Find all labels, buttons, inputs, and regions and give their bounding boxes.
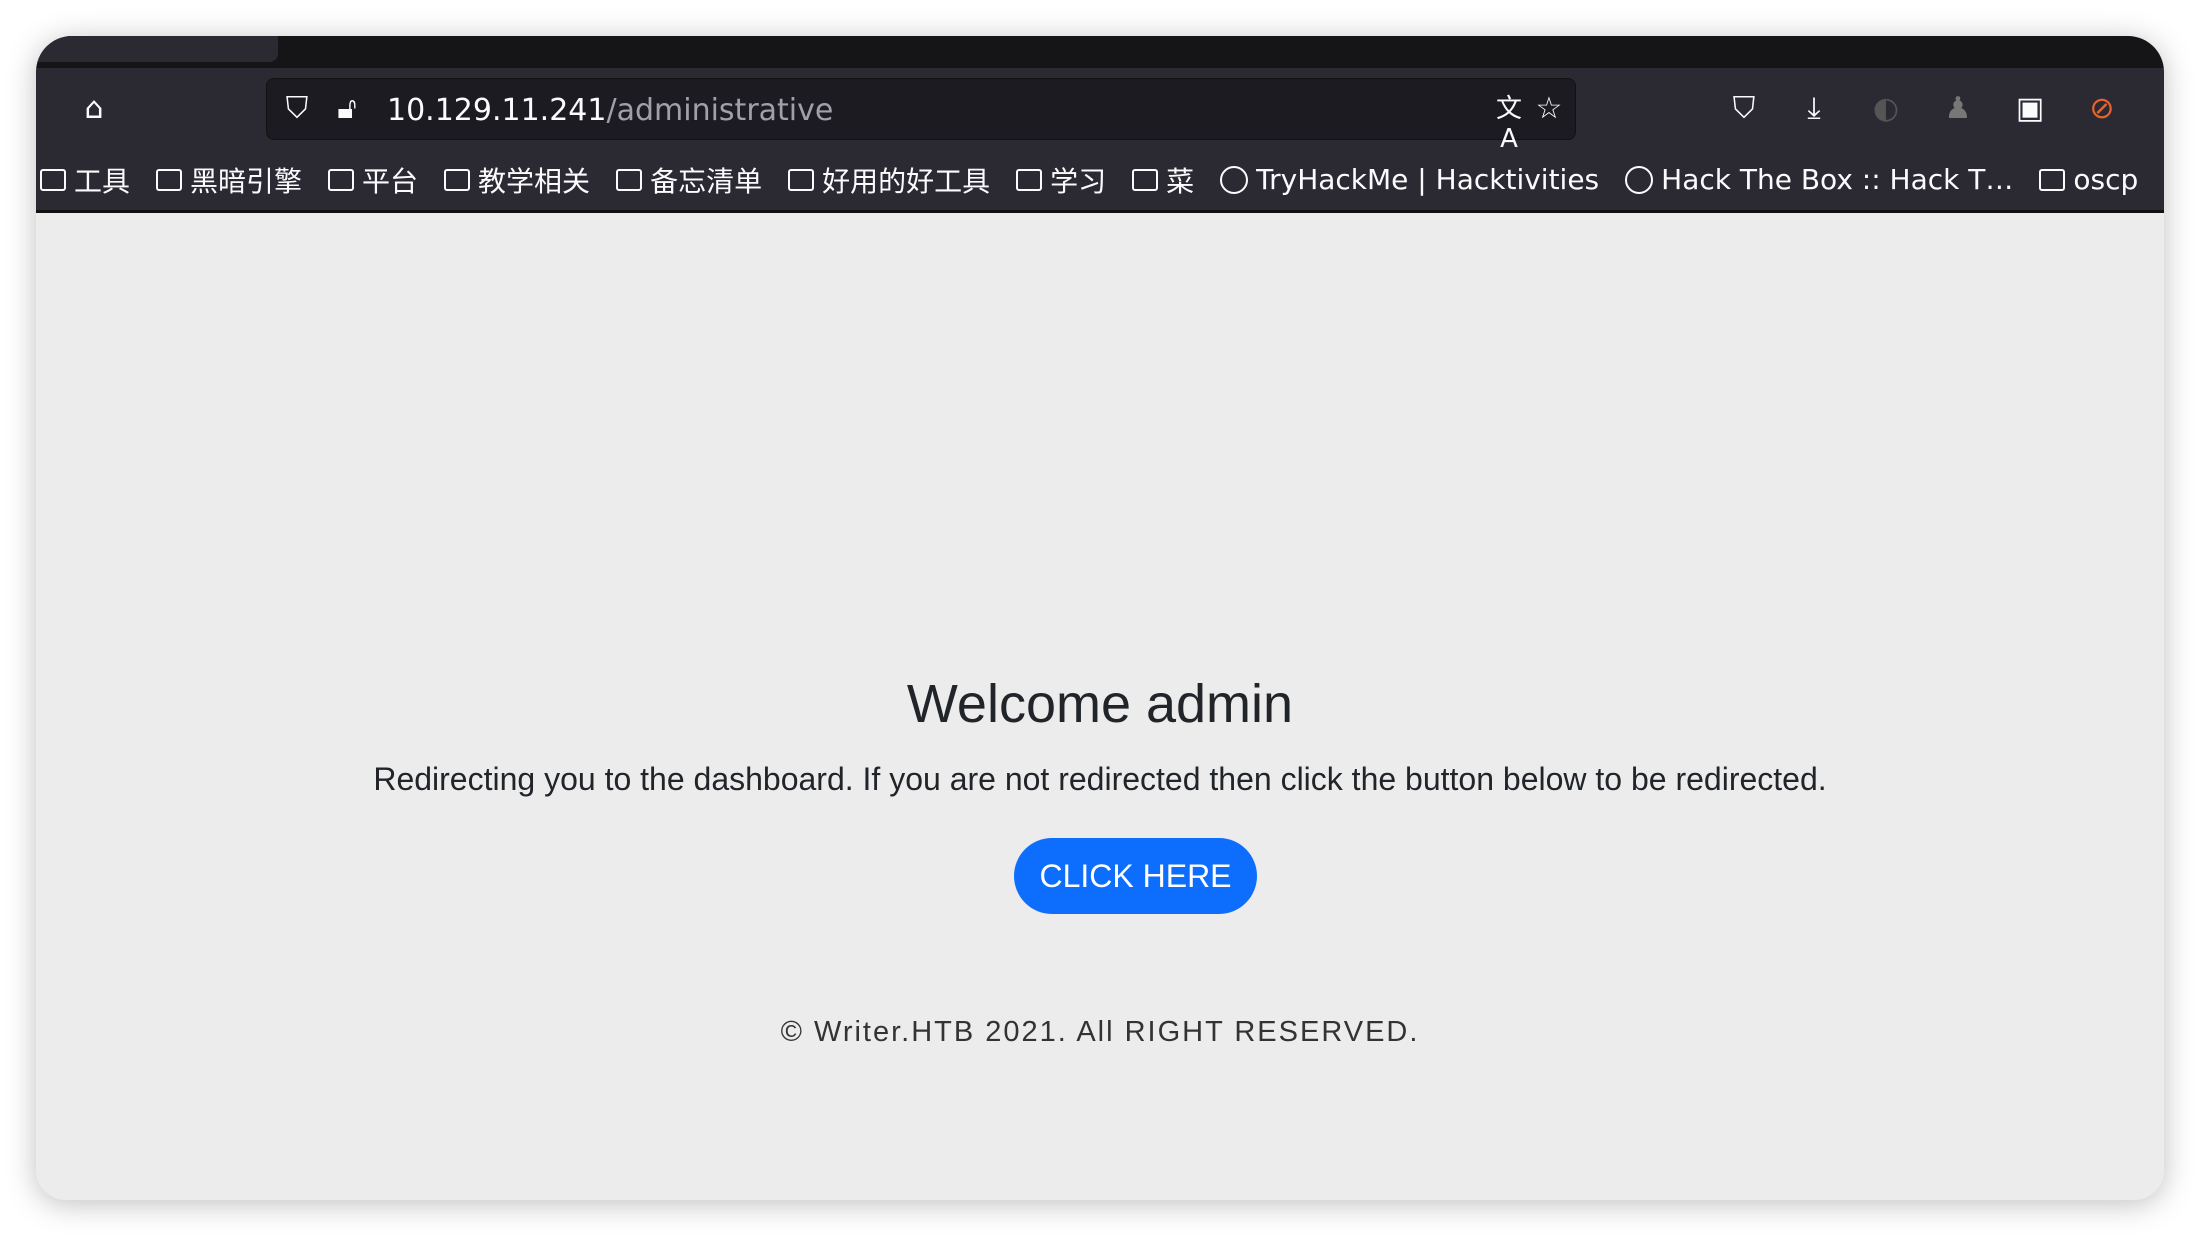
disabled-extension-icon[interactable]: ⊘ xyxy=(2082,94,2122,124)
redirect-message: Redirecting you to the dashboard. If you… xyxy=(373,761,1827,797)
bookmark-item[interactable]: 工具 xyxy=(40,160,130,200)
folder-icon xyxy=(788,168,815,191)
browser-window: ⌂ ⛉ 🔓︎ 10.129.11.241/administrative 文A ☆… xyxy=(36,36,2164,1200)
page-title: Welcome admin xyxy=(906,674,1294,734)
bookmark-label: 教学相关 xyxy=(478,164,591,198)
extension-icon[interactable]: ◐ xyxy=(1866,94,1906,124)
bookmark-item[interactable]: Hack The Box :: Hack T… xyxy=(1625,163,2013,196)
url-path: /administrative xyxy=(606,93,834,128)
bookmark-label: TryHackMe | Hacktivities xyxy=(1256,163,1600,196)
download-icon[interactable]: ⤓ xyxy=(1794,94,1834,124)
spy-extension-icon[interactable]: ♟ xyxy=(1938,94,1978,124)
bookmark-label: 学习 xyxy=(1050,164,1107,198)
bookmark-item[interactable]: 黑暗引擎 xyxy=(156,160,302,200)
bookmark-item[interactable]: 教学相关 xyxy=(444,160,590,200)
bookmark-label: 黑暗引擎 xyxy=(190,164,303,198)
bookmark-item[interactable]: 备忘清单 xyxy=(616,160,762,200)
bookmarks-bar: 工具 黑暗引擎 平台 教学相关 备忘清单 好用的好工具 学习 菜 TryHackMe | Hac… xyxy=(36,149,2164,213)
tab-bar xyxy=(36,36,2164,68)
folder-icon xyxy=(616,168,643,191)
bookmark-label: 工具 xyxy=(74,164,131,198)
url-text[interactable]: 10.129.11.241/administrative xyxy=(387,93,833,128)
folder-icon xyxy=(1016,168,1043,191)
translate-icon[interactable]: 文A xyxy=(1489,94,1529,154)
folder-icon xyxy=(444,168,471,191)
address-bar[interactable]: ⛉ 🔓︎ 10.129.11.241/administrative 文A ☆ xyxy=(266,78,1576,154)
folder-icon xyxy=(2039,168,2066,191)
toolbar: ⌂ ⛉ 🔓︎ 10.129.11.241/administrative 文A ☆… xyxy=(36,68,2164,154)
page-content: Welcome admin Redirecting you to the das… xyxy=(36,213,2164,1200)
bookmark-item[interactable]: oscp xyxy=(2039,163,2138,196)
folder-icon xyxy=(328,168,355,191)
shield-icon[interactable]: ⛉ xyxy=(277,94,317,124)
bookmark-label: 备忘清单 xyxy=(650,164,763,198)
globe-icon xyxy=(1220,165,1249,194)
bookmark-label: 菜 xyxy=(1166,164,1195,198)
home-icon[interactable]: ⌂ xyxy=(74,94,114,124)
bookmark-label: Hack The Box :: Hack T… xyxy=(1661,163,2014,196)
insecure-lock-icon[interactable]: 🔓︎ xyxy=(327,94,367,124)
bookmark-item[interactable]: 菜 xyxy=(1132,160,1194,200)
folder-icon xyxy=(40,168,66,191)
bookmark-item[interactable]: TryHackMe | Hacktivities xyxy=(1220,163,1599,196)
folder-icon xyxy=(1132,168,1159,191)
bookmark-item[interactable]: 平台 xyxy=(328,160,418,200)
bookmark-star-icon[interactable]: ☆ xyxy=(1529,94,1569,124)
globe-icon xyxy=(1625,165,1654,194)
bookmark-label: 好用的好工具 xyxy=(822,164,991,198)
footer-copyright: © Writer.HTB 2021. All RIGHT RESERVED. xyxy=(780,1016,1420,1048)
bookmark-label: 平台 xyxy=(362,164,419,198)
click-here-button[interactable]: CLICK HERE xyxy=(1014,838,1257,914)
extension-box-icon[interactable]: ▣ xyxy=(2010,94,2050,124)
bookmark-item[interactable]: 学习 xyxy=(1016,160,1106,200)
bookmark-label: oscp xyxy=(2073,163,2139,196)
folder-icon xyxy=(156,168,183,191)
url-host: 10.129.11.241 xyxy=(387,93,607,128)
bookmark-item[interactable]: 好用的好工具 xyxy=(788,160,990,200)
pocket-icon[interactable]: ⛉ xyxy=(1724,94,1764,124)
active-tab[interactable] xyxy=(36,36,278,62)
